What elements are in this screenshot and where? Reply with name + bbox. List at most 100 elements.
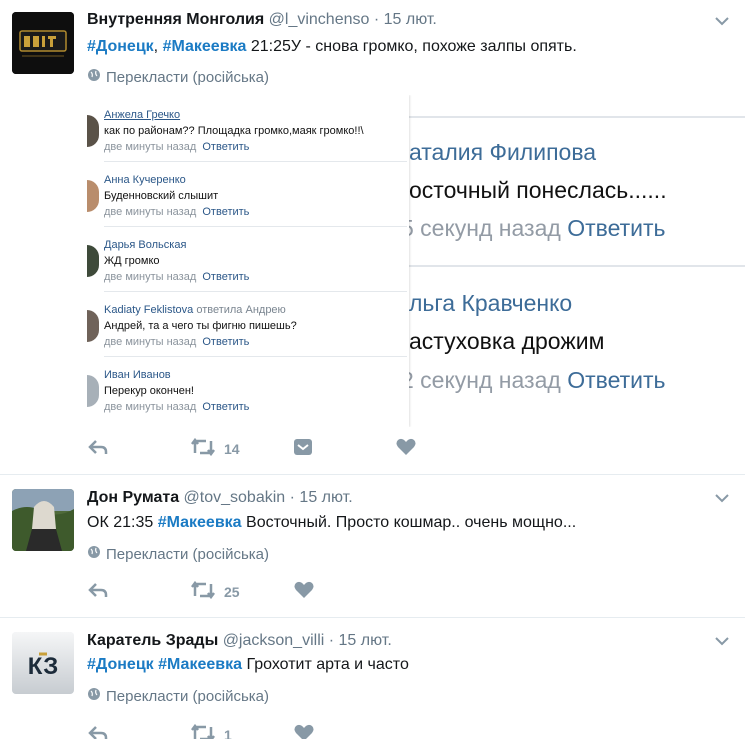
commenter-name: Анжела Гречко <box>104 109 181 121</box>
embedded-image[interactable]: аталия Филипова осточный понеслась......… <box>87 95 745 427</box>
like-button[interactable] <box>293 723 315 739</box>
tweet-date[interactable]: 15 лют. <box>339 632 392 649</box>
avatar[interactable] <box>12 12 74 74</box>
commenter-name: Дарья Вольская <box>104 239 187 251</box>
commenter-avatar <box>87 115 99 147</box>
direct-message-button[interactable] <box>292 437 314 460</box>
comment-time-text: 2 секунд назад <box>401 367 561 393</box>
tweet-text: #Донецк #Макеевка Грохотит арта и часто <box>87 656 409 674</box>
translate-link[interactable]: Перекласти (російська) <box>87 545 269 563</box>
translate-link[interactable]: Перекласти (російська) <box>87 687 269 705</box>
chevron-down-icon[interactable] <box>713 489 731 507</box>
divider <box>409 265 745 267</box>
retweet-button[interactable]: 14 <box>190 437 240 460</box>
reply-link: Ответить <box>567 367 666 393</box>
hashtag-link[interactable]: #Макеевка <box>158 656 242 673</box>
retweet-icon <box>190 437 216 460</box>
retweet-count: 1 <box>224 726 232 739</box>
commenter-avatar <box>87 245 99 277</box>
chevron-down-icon[interactable] <box>713 632 731 650</box>
reply-arrow-icon <box>87 580 109 603</box>
comments-panel: Анжела Гречко как по районам?? Площадка … <box>87 95 409 427</box>
reply-button[interactable] <box>87 437 109 460</box>
commenter-avatar <box>87 310 99 342</box>
globe-icon <box>87 687 101 705</box>
tweet-text: #Донецк, #Макеевка 21:25У - снова громко… <box>87 38 577 56</box>
retweet-button[interactable]: 25 <box>190 580 240 603</box>
comment-item: Kadiaty Feklistova ответила Андрею Андре… <box>87 292 409 357</box>
hashtag-link[interactable]: #Макеевка <box>163 38 247 55</box>
reply-link: Ответить <box>202 336 250 348</box>
separator-dot: · <box>328 632 335 649</box>
comment-time: две минуты назад <box>104 141 197 153</box>
author-handle[interactable]: @l_vinchenso <box>269 11 370 28</box>
commenter-name: льга Кравченко <box>409 290 573 316</box>
heart-icon <box>395 437 417 460</box>
tweet-date[interactable]: 15 лют. <box>299 489 352 506</box>
reply-button[interactable] <box>87 723 109 739</box>
commenter-avatar <box>87 180 99 212</box>
separator-dot: · <box>373 11 380 28</box>
commenter-avatar <box>87 375 99 407</box>
tweet-header: Каратель Зрады @jackson_villi · 15 лют. <box>87 632 392 650</box>
comment-text: Перекур окончен! <box>104 385 194 397</box>
comment-text: астуховка дрожим <box>409 328 605 354</box>
author-name[interactable]: Каратель Зрады <box>87 632 218 649</box>
heart-icon <box>293 723 315 739</box>
like-button[interactable] <box>293 580 315 603</box>
comment-text: Андрей, та а чего ты фигню пишешь? <box>104 320 297 332</box>
comment-item: Дарья Вольская ЖД громко две минуты наза… <box>87 227 409 292</box>
avatar[interactable]: КЗ <box>12 632 74 694</box>
comment-time: 5 секунд назад Ответить <box>401 215 666 242</box>
retweet-button[interactable]: 1 <box>190 723 232 739</box>
comment-meta: две минуты назад Ответить <box>104 141 249 153</box>
comment-meta: две минуты назад Ответить <box>104 271 249 283</box>
translate-label: Перекласти (російська) <box>106 545 269 563</box>
translate-label: Перекласти (російська) <box>106 687 269 705</box>
tweet-date[interactable]: 15 лют. <box>384 11 437 28</box>
retweet-count: 25 <box>224 583 240 600</box>
text-fragment: 21:25У - снова громко, похоже залпы опят… <box>246 38 577 55</box>
tweet-actions: 1 <box>87 723 487 739</box>
reply-link: Ответить <box>202 271 250 283</box>
comment-item: Иван Иванов Перекур окончен! две минуты … <box>87 357 409 422</box>
chevron-down-icon[interactable] <box>713 12 731 30</box>
direct-message-icon <box>292 437 314 460</box>
comment-meta: две минуты назад Ответить <box>104 401 249 413</box>
comment-text: осточный понеслась...... <box>409 177 667 203</box>
commenter-name: Kadiaty Feklistova ответила Андрею <box>104 304 286 316</box>
comment-text: Буденновский слышит <box>104 190 219 202</box>
avatar[interactable] <box>12 489 74 551</box>
divider <box>409 116 745 118</box>
author-name[interactable]: Дон Румата <box>87 489 179 506</box>
reply-arrow-icon <box>87 437 109 460</box>
author-handle[interactable]: @jackson_villi <box>223 632 325 649</box>
retweet-count: 14 <box>224 440 240 457</box>
author-name[interactable]: Внутренняя Монголия <box>87 11 264 28</box>
hashtag-link[interactable]: #Макеевка <box>158 514 242 531</box>
text-fragment: Восточный. Просто кошмар.. очень мощно..… <box>241 514 577 531</box>
comment-time: две минуты назад <box>104 401 197 413</box>
author-handle[interactable]: @tov_sobakin <box>184 489 286 506</box>
hashtag-link[interactable]: #Донецк <box>87 38 154 55</box>
tweet-actions: 25 <box>87 580 487 604</box>
commenter-name: Анна Кучеренко <box>104 174 186 186</box>
reply-button[interactable] <box>87 580 109 603</box>
tweet-text: ОК 21:35 #Макеевка Восточный. Просто кош… <box>87 514 576 532</box>
comment-time-text: 5 секунд назад <box>401 215 561 241</box>
like-button[interactable] <box>395 437 417 460</box>
reply-arrow-icon <box>87 723 109 739</box>
comment-time: две минуты назад <box>104 271 197 283</box>
avatar-logo-text: КЗ <box>28 653 59 680</box>
comment-item: Анжела Гречко как по районам?? Площадка … <box>87 97 409 162</box>
tweet: Дон Румата @tov_sobakin · 15 лют. ОК 21:… <box>0 475 745 617</box>
globe-icon <box>87 68 101 86</box>
text-fragment: ОК 21:35 <box>87 514 158 531</box>
comment-time: две минуты назад <box>104 336 197 348</box>
tweet: КЗ Каратель Зрады @jackson_villi · 15 лю… <box>0 618 745 739</box>
translate-link[interactable]: Перекласти (російська) <box>87 68 269 86</box>
tweet-header: Дон Румата @tov_sobakin · 15 лют. <box>87 489 353 507</box>
comment-item: Анна Кучеренко Буденновский слышит две м… <box>87 162 409 227</box>
separator-dot: · <box>289 489 295 506</box>
hashtag-link[interactable]: #Донецк <box>87 656 154 673</box>
